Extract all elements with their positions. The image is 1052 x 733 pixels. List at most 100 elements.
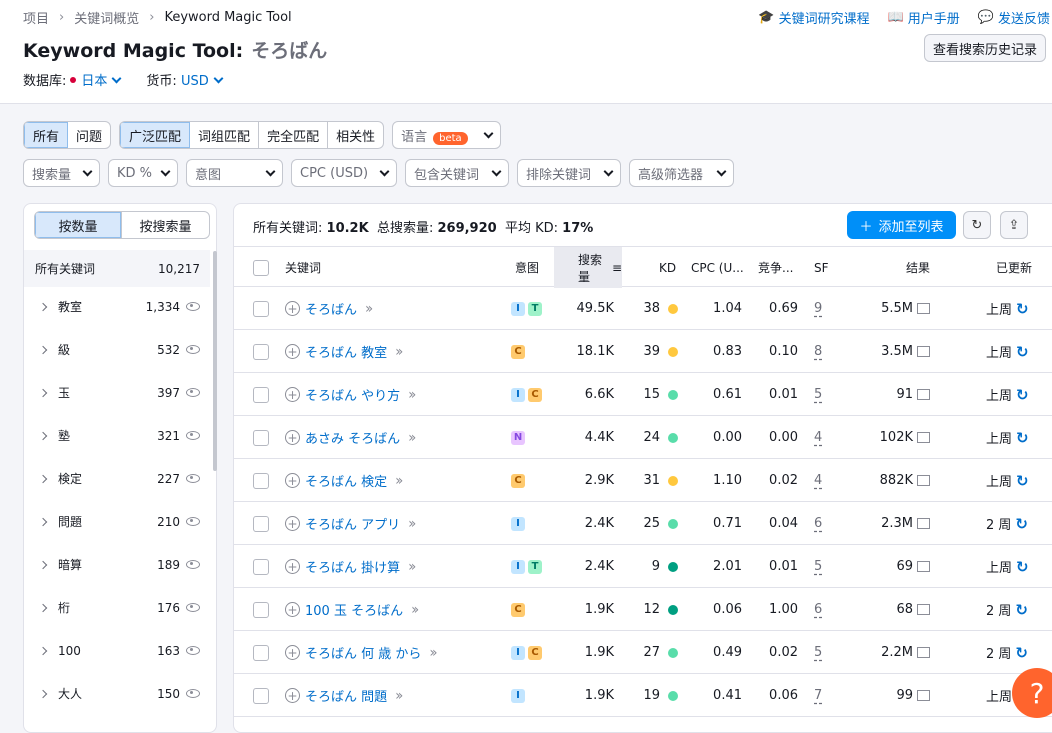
eye-icon[interactable] (186, 646, 200, 655)
cpc-filter[interactable]: CPC (USD) (291, 159, 397, 187)
chevron-right-icon[interactable] (38, 474, 48, 483)
row-checkbox[interactable] (253, 644, 269, 661)
breadcrumb-projects[interactable]: 项目 (23, 8, 49, 27)
keyword-link[interactable]: + そろばん やり方 ›› (285, 385, 416, 404)
plus-circle-icon[interactable]: + (285, 645, 300, 660)
export-button[interactable]: ⇪ (1000, 211, 1028, 239)
tab-phrase-match[interactable]: 词组匹配 (190, 122, 260, 148)
serp-icon[interactable] (917, 389, 930, 400)
eye-icon[interactable] (186, 517, 200, 526)
double-chevron-icon[interactable]: ›› (429, 645, 437, 661)
feedback-link[interactable]: 💬 发送反馈 (978, 8, 1050, 27)
manual-link[interactable]: 📖 用户手册 (888, 8, 960, 27)
refresh-icon[interactable]: ↻ (1016, 386, 1029, 404)
serp-icon[interactable] (917, 475, 930, 486)
eye-icon[interactable] (186, 560, 200, 569)
tab-all[interactable]: 所有 (24, 122, 69, 148)
refresh-icon[interactable]: ↻ (1016, 300, 1029, 318)
double-chevron-icon[interactable]: ›› (395, 473, 403, 489)
kd-filter[interactable]: KD % (108, 159, 178, 187)
keyword-link[interactable]: + そろばん 教室 ›› (285, 342, 403, 361)
refresh-icon[interactable]: ↻ (1015, 515, 1028, 533)
eye-icon[interactable] (186, 431, 200, 440)
plus-circle-icon[interactable]: + (285, 430, 300, 445)
refresh-button[interactable]: ↻ (963, 211, 991, 239)
row-checkbox[interactable] (253, 472, 269, 489)
row-checkbox[interactable] (253, 687, 269, 704)
eye-icon[interactable] (186, 689, 200, 698)
col-kd[interactable]: KD (659, 247, 676, 288)
include-keywords-filter[interactable]: 包含关键词 (405, 159, 509, 187)
keyword-link[interactable]: + そろばん アプリ ›› (285, 514, 416, 533)
serp-icon[interactable] (917, 604, 930, 615)
plus-circle-icon[interactable]: + (285, 301, 300, 316)
keyword-link[interactable]: + そろばん 検定 ›› (285, 471, 403, 490)
row-checkbox[interactable] (253, 601, 269, 618)
refresh-icon[interactable]: ↻ (1015, 601, 1028, 619)
col-updated[interactable]: 已更新 (996, 247, 1032, 288)
sf-value[interactable]: 5 (814, 559, 822, 574)
keyword-link[interactable]: + そろばん 問題 ›› (285, 686, 403, 705)
double-chevron-icon[interactable]: ›› (365, 301, 373, 317)
double-chevron-icon[interactable]: ›› (408, 516, 416, 532)
sf-value[interactable]: 5 (814, 645, 822, 660)
col-cpc[interactable]: CPC (U... (691, 247, 744, 288)
col-results[interactable]: 结果 (906, 247, 930, 288)
keyword-link[interactable]: + そろばん 何 歳 から ›› (285, 643, 438, 662)
serp-icon[interactable] (917, 432, 930, 443)
serp-icon[interactable] (917, 561, 930, 572)
serp-icon[interactable] (917, 647, 930, 658)
chevron-right-icon[interactable] (38, 560, 48, 569)
keyword-link[interactable]: + あさみ そろばん ›› (285, 428, 416, 447)
sidebar-group-item[interactable]: 検定 227 (24, 457, 210, 500)
exclude-keywords-filter[interactable]: 排除关键词 (517, 159, 621, 187)
chevron-right-icon[interactable] (38, 431, 48, 440)
course-link[interactable]: 🎓 关键词研究课程 (758, 8, 869, 27)
col-volume[interactable]: 搜索量 ≡ (554, 247, 622, 288)
serp-icon[interactable] (917, 690, 930, 701)
currency-selector[interactable]: 货币: USD (146, 70, 224, 89)
col-intent[interactable]: 意图 (515, 247, 539, 288)
add-to-list-button[interactable]: ＋ 添加至列表 (847, 211, 956, 239)
keyword-link[interactable]: +100 玉 そろばん ›› (285, 600, 419, 619)
double-chevron-icon[interactable]: ›› (408, 559, 416, 575)
sort-by-count[interactable]: 按数量 (35, 212, 122, 238)
sidebar-group-item[interactable]: 級 532 (24, 328, 210, 371)
keyword-link[interactable]: + そろばん ›› (285, 299, 373, 318)
sf-value[interactable]: 8 (814, 344, 822, 359)
refresh-icon[interactable]: ↻ (1016, 472, 1029, 490)
select-all-checkbox[interactable] (253, 247, 269, 288)
double-chevron-icon[interactable]: ›› (395, 344, 403, 360)
search-history-button[interactable]: 查看搜索历史记录 (923, 34, 1046, 62)
sidebar-group-item[interactable]: 教室 1,334 (24, 285, 210, 328)
sf-value[interactable]: 4 (814, 473, 822, 488)
sidebar-group-item[interactable]: 塾 321 (24, 414, 210, 457)
eye-icon[interactable] (186, 388, 200, 397)
double-chevron-icon[interactable]: ›› (408, 430, 416, 446)
chevron-right-icon[interactable] (38, 646, 48, 655)
chevron-right-icon[interactable] (38, 388, 48, 397)
sf-value[interactable]: 5 (814, 387, 822, 402)
serp-icon[interactable] (917, 346, 930, 357)
tab-questions[interactable]: 问题 (68, 122, 110, 148)
row-checkbox[interactable] (253, 343, 269, 360)
col-competition[interactable]: 竞争... (758, 247, 793, 288)
database-selector[interactable]: 数据库: 日本 (23, 70, 122, 89)
sidebar-group-item[interactable]: 桁 176 (24, 586, 210, 629)
chevron-right-icon[interactable] (38, 603, 48, 612)
plus-circle-icon[interactable]: + (285, 516, 300, 531)
sidebar-group-item[interactable]: 100 163 (24, 629, 210, 672)
serp-icon[interactable] (917, 518, 930, 529)
chevron-right-icon[interactable] (38, 302, 48, 311)
language-dropdown[interactable]: 语言 beta (392, 121, 502, 149)
double-chevron-icon[interactable]: ›› (395, 688, 403, 704)
eye-icon[interactable] (186, 302, 200, 311)
sort-by-volume[interactable]: 按搜索量 (122, 212, 209, 238)
refresh-icon[interactable]: ↻ (1015, 644, 1028, 662)
plus-circle-icon[interactable]: + (285, 688, 300, 703)
refresh-icon[interactable]: ↻ (1016, 558, 1029, 576)
eye-icon[interactable] (186, 345, 200, 354)
plus-circle-icon[interactable]: + (285, 387, 300, 402)
row-checkbox[interactable] (253, 300, 269, 317)
double-chevron-icon[interactable]: ›› (411, 602, 419, 618)
